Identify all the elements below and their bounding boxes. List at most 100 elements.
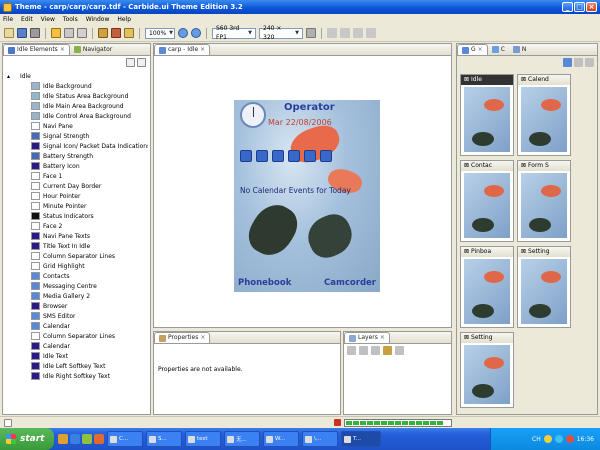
- tree-item[interactable]: Face 1: [5, 171, 148, 181]
- tab-navigator[interactable]: Navigator: [70, 44, 116, 55]
- tree-item[interactable]: Contacts: [5, 271, 148, 281]
- minimize-view-icon[interactable]: [574, 58, 583, 67]
- zoom-in-icon[interactable]: [178, 28, 188, 38]
- app-quick-icon[interactable]: [94, 434, 104, 444]
- tab-carp-idle[interactable]: carp - Idle ×: [154, 44, 211, 55]
- tab-n[interactable]: N: [509, 44, 531, 55]
- tree-item[interactable]: Column Separator Lines: [5, 331, 148, 341]
- tree-item[interactable]: Navi Pane Texts: [5, 231, 148, 241]
- tray-icon[interactable]: [554, 435, 563, 443]
- screen-thumbnail[interactable]: ⊠ Setting: [517, 246, 571, 328]
- export-icon[interactable]: [366, 28, 376, 38]
- print-icon[interactable]: [30, 28, 40, 38]
- input-language[interactable]: CH: [532, 436, 541, 443]
- app-quick-icon[interactable]: [82, 434, 92, 444]
- tree-item[interactable]: Calendar: [5, 341, 148, 351]
- step-icon[interactable]: [340, 28, 350, 38]
- zoom-select[interactable]: 100% ▼: [145, 27, 175, 39]
- stop-task-icon[interactable]: [334, 419, 341, 426]
- maximize-view-icon[interactable]: [585, 58, 594, 67]
- close-icon[interactable]: ×: [60, 45, 65, 55]
- screen-thumbnail[interactable]: ⊠ Contac: [460, 160, 514, 242]
- open-folder-icon[interactable]: [51, 28, 61, 38]
- layer-add-icon[interactable]: [347, 346, 356, 355]
- tree-item[interactable]: Messaging Centre: [5, 281, 148, 291]
- tree-item[interactable]: Battery Icon: [5, 161, 148, 171]
- collapse-icon[interactable]: [126, 58, 135, 67]
- tree-item[interactable]: Idle Control Area Background: [5, 111, 148, 121]
- layer-paint-icon[interactable]: [383, 346, 392, 355]
- close-icon[interactable]: ×: [200, 333, 205, 343]
- new-icon[interactable]: [4, 28, 14, 38]
- tree-item[interactable]: Media Gallery 2: [5, 291, 148, 301]
- layer-copy-icon[interactable]: [359, 346, 368, 355]
- play-icon[interactable]: [327, 28, 337, 38]
- menu-view[interactable]: View: [41, 16, 55, 23]
- tree-item[interactable]: Idle Main Area Background: [5, 101, 148, 111]
- filter-icon[interactable]: [137, 58, 146, 67]
- screen-thumbnail[interactable]: ⊠ Setting: [460, 332, 514, 408]
- maximize-button[interactable]: □: [574, 2, 585, 12]
- taskbar-button[interactable]: C...: [107, 431, 143, 447]
- tree-item[interactable]: Signal Icon/ Packet Data Indications: [5, 141, 148, 151]
- taskbar-button[interactable]: W...: [263, 431, 299, 447]
- menu-help[interactable]: Help: [117, 16, 131, 23]
- stop-icon[interactable]: [353, 28, 363, 38]
- close-icon[interactable]: ×: [380, 333, 385, 343]
- tree-item[interactable]: Idle Text: [5, 351, 148, 361]
- contacts-icon[interactable]: [240, 150, 252, 162]
- gallery-icon[interactable]: [272, 150, 284, 162]
- tray-icon[interactable]: [543, 435, 552, 443]
- tree-item[interactable]: Browser: [5, 301, 148, 311]
- tree-item[interactable]: SMS Editor: [5, 311, 148, 321]
- tree-item[interactable]: Status Indicators: [5, 211, 148, 221]
- resolution-select[interactable]: 240 × 320 ▼: [259, 25, 303, 41]
- close-button[interactable]: ×: [586, 2, 597, 12]
- tree-item[interactable]: Battery Strength: [5, 151, 148, 161]
- browser-icon[interactable]: [288, 150, 300, 162]
- package-icon[interactable]: [64, 28, 74, 38]
- taskbar-button[interactable]: T...: [341, 431, 381, 447]
- wizard-icon[interactable]: [98, 28, 108, 38]
- tab-gallery[interactable]: G ×: [457, 44, 488, 55]
- tab-idle-elements[interactable]: Idle Elements ×: [3, 44, 70, 55]
- close-icon[interactable]: ×: [478, 45, 483, 55]
- copy-icon[interactable]: [77, 28, 87, 38]
- tab-layers[interactable]: Layers ×: [344, 332, 390, 343]
- ie-icon[interactable]: [70, 434, 80, 444]
- tree-item[interactable]: Calendar: [5, 321, 148, 331]
- phone-preview[interactable]: Operator Mar 22/08/2006 No Calendar Even…: [234, 100, 380, 292]
- tree-item[interactable]: Navi Pane: [5, 121, 148, 131]
- screen-thumbnail[interactable]: ⊠ Pinboa: [460, 246, 514, 328]
- menu-file[interactable]: File: [3, 16, 13, 23]
- tree-item[interactable]: Signal Strength: [5, 131, 148, 141]
- calendar-icon[interactable]: [320, 150, 332, 162]
- tree-item[interactable]: Title Text In Idle: [5, 241, 148, 251]
- tool-icon[interactable]: [124, 28, 134, 38]
- tray-icon[interactable]: [565, 435, 574, 443]
- tree-item[interactable]: Idle Background: [5, 81, 148, 91]
- save-icon[interactable]: [17, 28, 27, 38]
- color-icon[interactable]: [111, 28, 121, 38]
- tab-properties[interactable]: Properties ×: [154, 332, 211, 343]
- display-icon[interactable]: [306, 28, 316, 38]
- minimize-button[interactable]: _: [562, 2, 573, 12]
- screen-thumbnail[interactable]: ⊠ Form S: [517, 160, 571, 242]
- explorer-icon[interactable]: [58, 434, 68, 444]
- start-button[interactable]: start: [0, 428, 54, 450]
- tree-item[interactable]: Column Separator Lines: [5, 251, 148, 261]
- taskbar-button[interactable]: \...: [302, 431, 338, 447]
- messaging-icon[interactable]: [256, 150, 268, 162]
- tree-item[interactable]: Minute Pointer: [5, 201, 148, 211]
- menu-edit[interactable]: Edit: [21, 16, 33, 23]
- tree-root[interactable]: ▴ Idle: [5, 72, 148, 81]
- tree-item[interactable]: Face 2: [5, 221, 148, 231]
- device-select[interactable]: S60 3rd FP1 ▼: [212, 25, 256, 41]
- zoom-out-icon[interactable]: [191, 28, 201, 38]
- screen-thumbnail[interactable]: ⊠ Calend: [517, 74, 571, 156]
- tree-item[interactable]: Idle Left Softkey Text: [5, 361, 148, 371]
- close-icon[interactable]: ×: [200, 45, 205, 55]
- taskbar-button[interactable]: test: [185, 431, 221, 447]
- tree-item[interactable]: Current Day Border: [5, 181, 148, 191]
- tree-item[interactable]: Hour Pointer: [5, 191, 148, 201]
